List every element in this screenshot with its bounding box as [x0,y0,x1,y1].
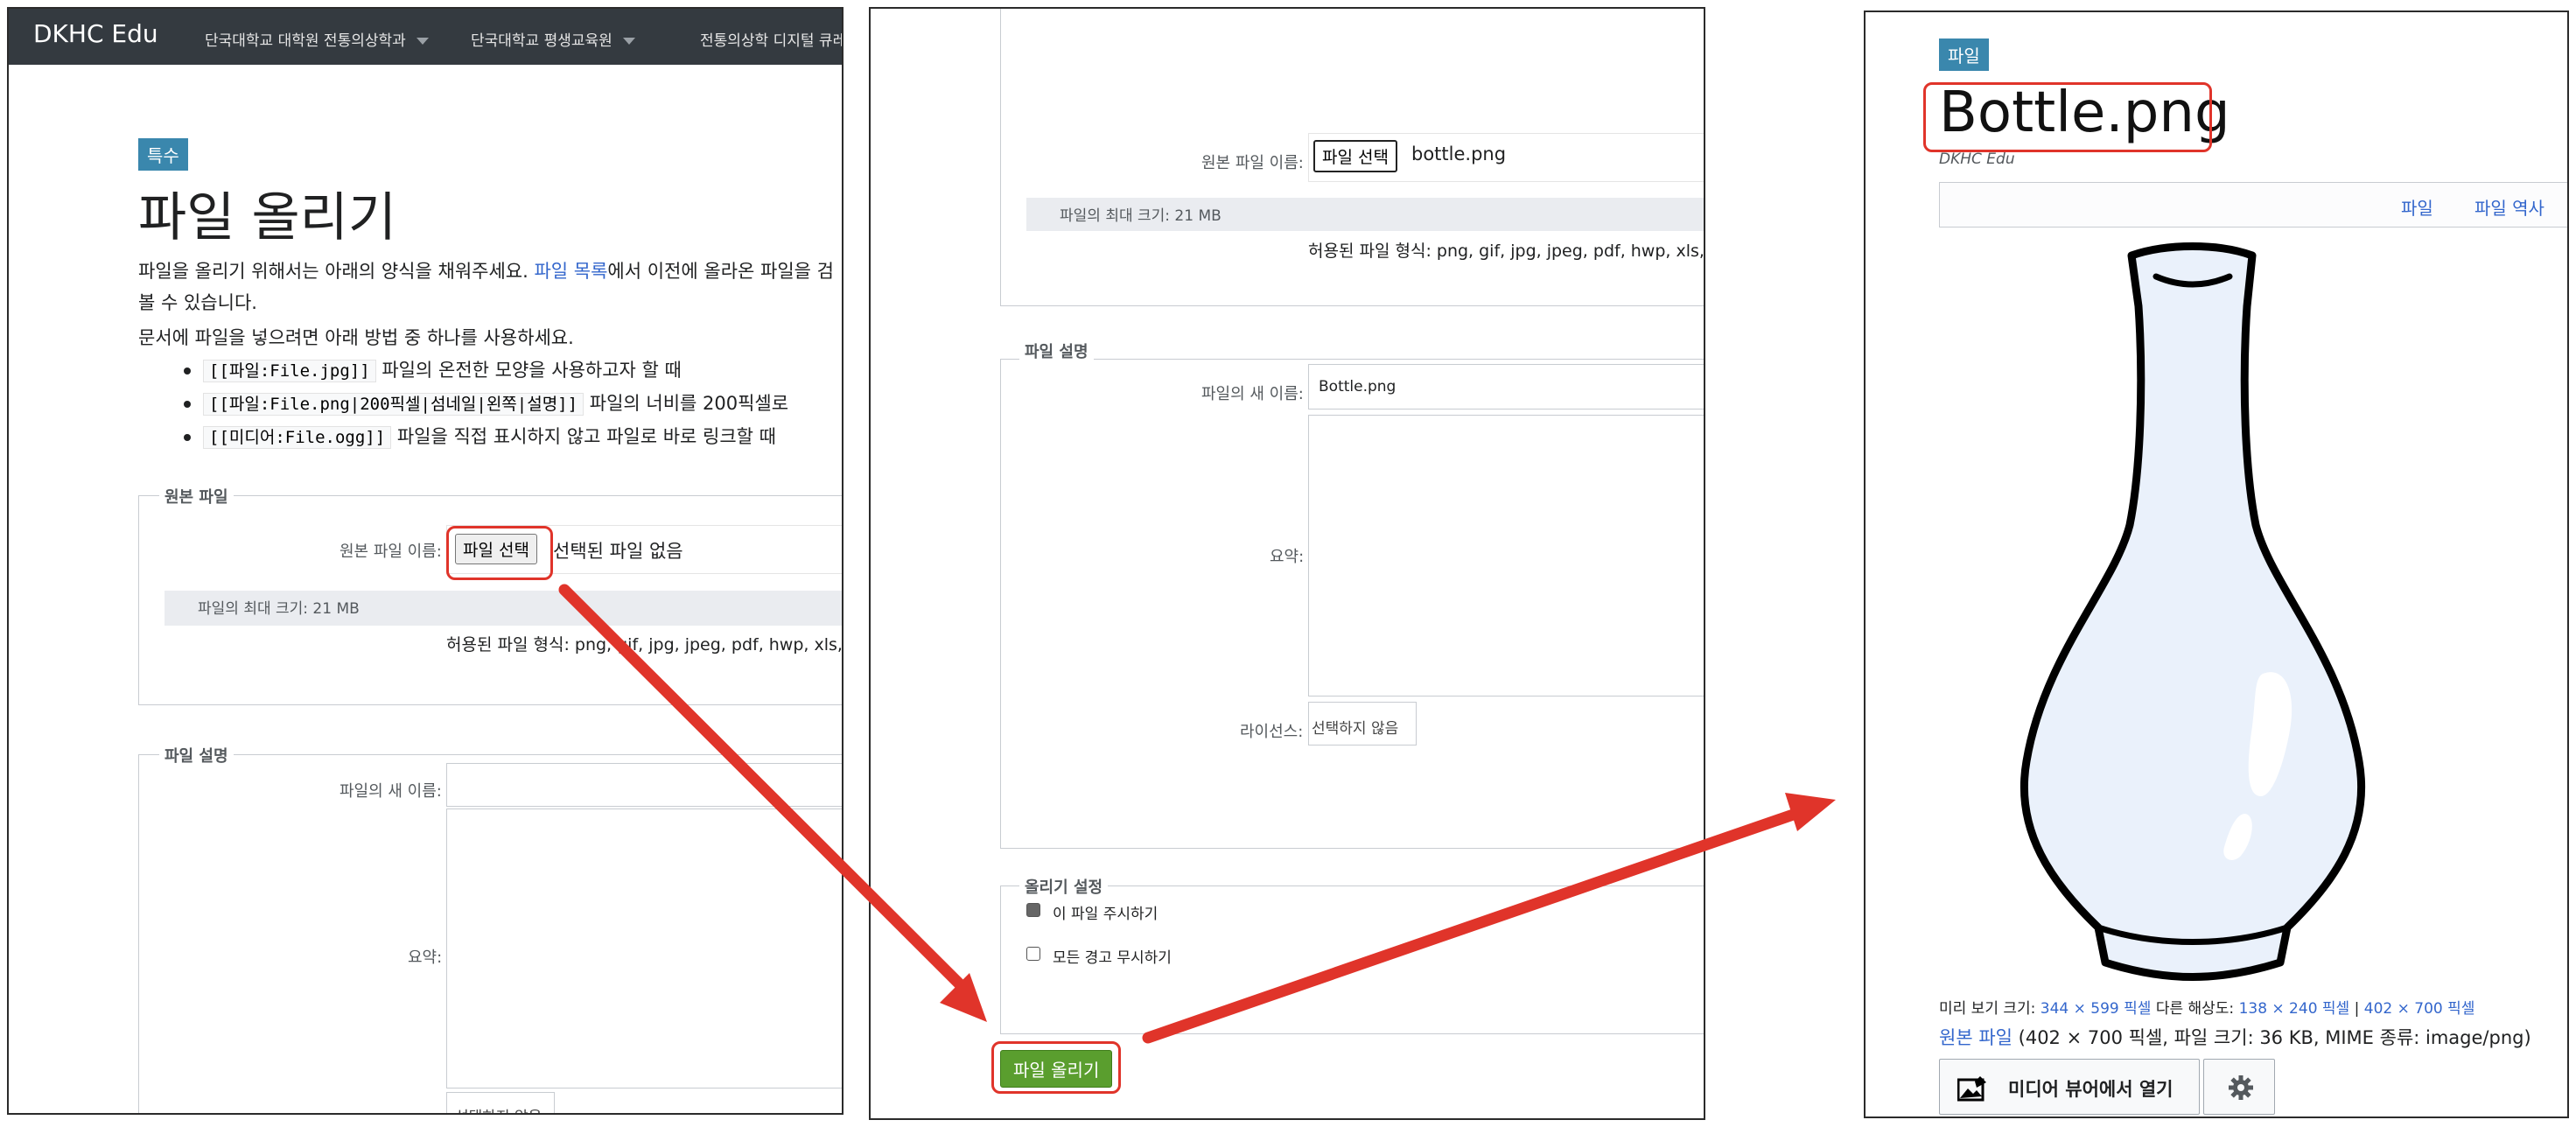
arrow-to-upload-form [558,584,987,1022]
workflow-arrows [558,584,1836,1044]
arrow-to-file-page [1142,793,1836,1044]
